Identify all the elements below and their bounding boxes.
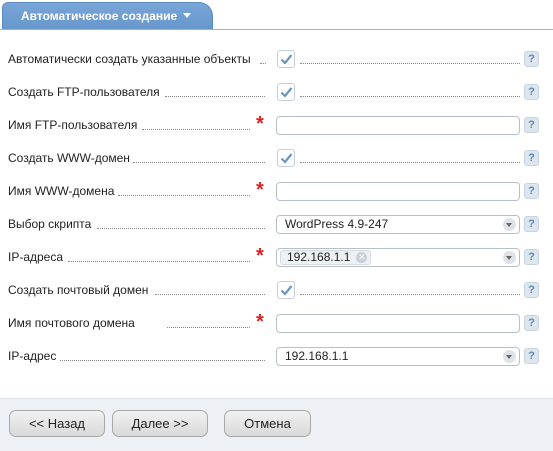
chevron-down-icon <box>503 350 516 363</box>
leader-dots <box>300 63 520 64</box>
www-domain-label: Имя WWW-домена <box>8 184 118 198</box>
tab-auto-create[interactable]: Автоматическое создание <box>2 2 213 30</box>
form-row-www-domain: Имя WWW-домена * ? <box>0 175 553 208</box>
leader-dots <box>118 195 250 196</box>
form-footer: << Назад Далее >> Отмена <box>0 398 553 451</box>
leader-dots <box>155 294 265 295</box>
create-mail-label: Создать почтовый домен <box>8 283 152 297</box>
create-www-checkbox[interactable] <box>277 149 295 167</box>
leader-dots <box>260 63 266 64</box>
leader-dots <box>142 129 250 130</box>
help-icon[interactable]: ? <box>524 117 539 133</box>
help-icon[interactable]: ? <box>524 249 539 265</box>
create-www-label: Создать WWW-домен <box>8 151 133 165</box>
remove-tag-icon[interactable]: ✕ <box>356 252 368 263</box>
ip-tag: 192.168.1.1 ✕ <box>280 250 372 265</box>
ftp-user-input[interactable] <box>276 116 520 135</box>
leader-dots <box>60 360 265 361</box>
form-row-script: Выбор скрипта WordPress 4.9-247 ? <box>0 208 553 241</box>
form-row-ftp-user: Имя FTP-пользователя * ? <box>0 109 553 142</box>
form-row-ip-addresses: IP-адреса * 192.168.1.1 ✕ ? <box>0 241 553 274</box>
script-label: Выбор скрипта <box>8 217 95 231</box>
help-icon[interactable]: ? <box>524 348 539 364</box>
create-ftp-label: Создать FTP-пользователя <box>8 85 163 99</box>
next-button[interactable]: Далее >> <box>112 410 208 437</box>
help-icon[interactable]: ? <box>524 51 539 67</box>
mail-domain-input[interactable] <box>276 314 520 333</box>
cancel-button[interactable]: Отмена <box>224 410 311 437</box>
form-row-create-mail: Создать почтовый домен ? <box>0 274 553 307</box>
script-select-value: WordPress 4.9-247 <box>285 217 389 231</box>
help-icon[interactable]: ? <box>524 216 539 232</box>
mail-domain-label: Имя почтового домена <box>8 316 138 330</box>
back-button[interactable]: << Назад <box>9 410 105 437</box>
chevron-down-icon <box>503 218 516 231</box>
ip-tag-label: 192.168.1.1 <box>287 250 351 264</box>
ip-addresses-label: IP-адреса <box>8 250 67 264</box>
required-asterisk: * <box>256 179 264 201</box>
tab-label: Автоматическое создание <box>21 9 178 23</box>
form-row-create-ftp: Создать FTP-пользователя ? <box>0 76 553 109</box>
auto-create-checkbox[interactable] <box>277 50 295 68</box>
ftp-user-label: Имя FTP-пользователя <box>8 118 141 132</box>
required-asterisk: * <box>256 245 264 267</box>
caret-down-icon <box>183 13 192 18</box>
form-row-mail-domain: Имя почтового домена * ? <box>0 307 553 340</box>
required-asterisk: * <box>256 113 264 135</box>
leader-dots <box>300 162 520 163</box>
ip-address-select[interactable]: 192.168.1.1 <box>276 347 520 366</box>
leader-dots <box>300 294 520 295</box>
leader-dots <box>300 96 520 97</box>
checkmark-icon <box>280 285 293 296</box>
ip-addresses-multiselect[interactable]: 192.168.1.1 ✕ <box>276 248 520 267</box>
help-icon[interactable]: ? <box>524 183 539 199</box>
form-row-ip-address: IP-адрес 192.168.1.1 ? <box>0 340 553 373</box>
checkmark-icon <box>280 153 293 164</box>
tab-bar: Автоматическое создание <box>0 0 553 30</box>
chevron-down-icon <box>503 251 516 264</box>
ip-address-select-value: 192.168.1.1 <box>285 349 349 363</box>
script-select[interactable]: WordPress 4.9-247 <box>276 215 520 234</box>
leader-dots <box>97 228 265 229</box>
ip-address-label: IP-адрес <box>8 349 60 363</box>
help-icon[interactable]: ? <box>524 84 539 100</box>
help-icon[interactable]: ? <box>524 315 539 331</box>
create-ftp-checkbox[interactable] <box>277 83 295 101</box>
help-icon[interactable]: ? <box>524 150 539 166</box>
checkmark-icon <box>280 54 293 65</box>
form-row-create-www: Создать WWW-домен ? <box>0 142 553 175</box>
leader-dots <box>167 327 250 328</box>
checkmark-icon <box>280 87 293 98</box>
help-icon[interactable]: ? <box>524 282 539 298</box>
leader-dots <box>165 96 265 97</box>
tab-divider <box>0 29 553 30</box>
leader-dots <box>68 261 250 262</box>
auto-create-label: Автоматически создать указанные объекты <box>8 52 254 66</box>
leader-dots <box>133 162 265 163</box>
form-row-auto-create: Автоматически создать указанные объекты … <box>0 43 553 76</box>
required-asterisk: * <box>256 311 264 333</box>
create-mail-checkbox[interactable] <box>277 281 295 299</box>
www-domain-input[interactable] <box>276 182 520 201</box>
